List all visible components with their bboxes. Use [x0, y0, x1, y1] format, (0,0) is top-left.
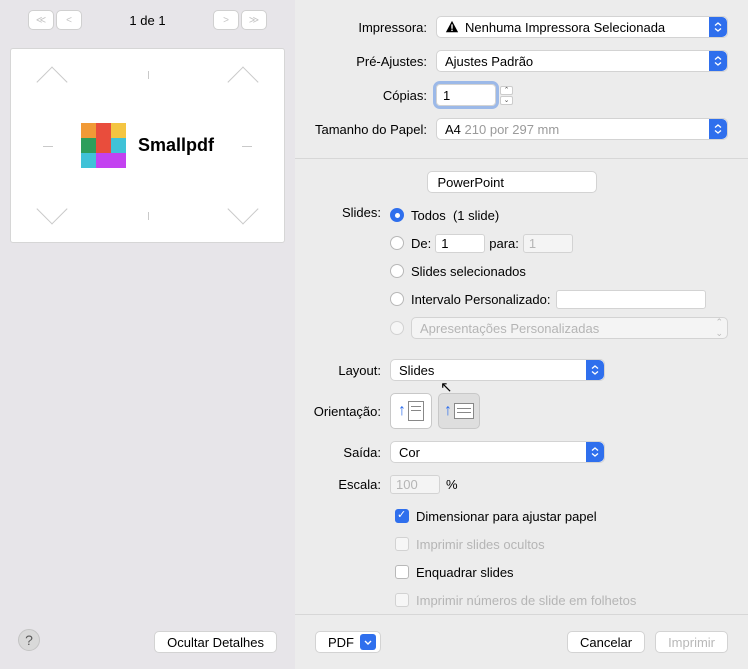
select-caret-icon [586, 360, 604, 380]
brand-name: Smallpdf [138, 135, 214, 156]
from-input[interactable]: 1 [435, 234, 485, 253]
printer-select[interactable]: Nenhuma Impressora Selecionada [436, 16, 728, 38]
orientation-landscape-button[interactable]: ↑ [438, 393, 480, 429]
custom-range-input[interactable] [556, 290, 706, 309]
paper-name: A4 [445, 122, 461, 137]
frame-slides-checkbox[interactable] [395, 565, 409, 579]
help-button[interactable]: ? [18, 629, 40, 651]
select-caret-icon [709, 51, 727, 71]
portrait-page-icon [408, 401, 424, 421]
next-page-button[interactable]: > [213, 10, 239, 30]
select-caret-icon [586, 442, 604, 462]
paper-size-label: Tamanho do Papel: [295, 122, 436, 137]
copies-stepper[interactable]: ⌃⌄ [500, 84, 514, 106]
page-indicator: 1 de 1 [129, 13, 165, 28]
paper-dimensions: 210 por 297 mm [465, 122, 560, 137]
slides-custom-range-radio[interactable] [390, 292, 404, 306]
slides-selected-radio[interactable] [390, 264, 404, 278]
slides-label: Slides: [295, 205, 390, 220]
presets-value: Ajustes Padrão [445, 54, 533, 69]
select-caret-icon: ⌃⌄ [715, 317, 723, 339]
cancel-button[interactable]: Cancelar [567, 631, 645, 653]
pager-bar: ≪ < 1 de 1 > ≫ [0, 0, 295, 40]
chevron-down-icon [360, 634, 376, 650]
slides-custom-shows-radio [390, 321, 404, 335]
layout-label: Layout: [295, 363, 390, 378]
first-page-button[interactable]: ≪ [28, 10, 54, 30]
last-page-button[interactable]: ≫ [241, 10, 267, 30]
landscape-page-icon [454, 403, 474, 419]
print-hidden-checkbox [395, 537, 409, 551]
select-caret-icon [709, 119, 727, 139]
to-input[interactable]: 1 [523, 234, 573, 253]
app-options-select[interactable]: PowerPoint [427, 171, 597, 193]
layout-select[interactable]: Slides [390, 359, 605, 381]
smallpdf-logo-icon [81, 123, 126, 168]
print-button[interactable]: Imprimir [655, 631, 728, 653]
presets-select[interactable]: Ajustes Padrão [436, 50, 728, 72]
copies-input[interactable]: 1 [436, 84, 496, 106]
scale-input: 100 [390, 475, 440, 494]
scale-label: Escala: [295, 477, 390, 492]
fit-paper-checkbox[interactable] [395, 509, 409, 523]
print-preview: Smallpdf [10, 48, 285, 243]
custom-shows-select: Apresentações Personalizadas ⌃⌄ [411, 317, 728, 339]
pdf-menu-button[interactable]: PDF [315, 631, 381, 653]
paper-size-select[interactable]: A4 210 por 297 mm [436, 118, 728, 140]
printer-value: Nenhuma Impressora Selecionada [465, 20, 665, 35]
up-arrow-icon: ↑ [398, 402, 406, 420]
output-select[interactable]: Cor [390, 441, 605, 463]
up-arrow-icon: ↑ [444, 402, 452, 420]
select-caret-icon [709, 17, 727, 37]
orientation-label: Orientação: [295, 404, 390, 419]
prev-page-button[interactable]: < [56, 10, 82, 30]
orientation-portrait-button[interactable]: ↑ [390, 393, 432, 429]
print-numbers-checkbox [395, 593, 409, 607]
printer-label: Impressora: [295, 20, 436, 35]
slides-all-radio[interactable] [390, 208, 404, 222]
slides-range-radio[interactable] [390, 236, 404, 250]
hide-details-button[interactable]: Ocultar Detalhes [154, 631, 277, 653]
warning-icon [445, 20, 459, 34]
presets-label: Pré-Ajustes: [295, 54, 436, 69]
copies-label: Cópias: [295, 88, 436, 103]
output-label: Saída: [295, 445, 390, 460]
